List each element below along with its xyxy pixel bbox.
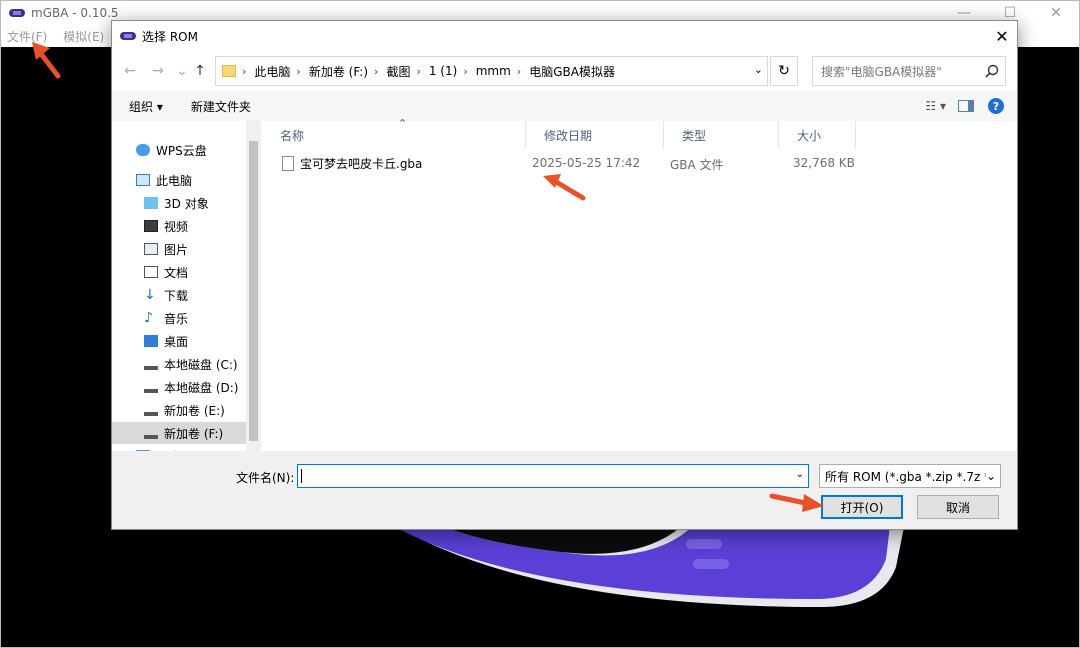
cancel-button[interactable]: 取消 [917, 495, 999, 519]
breadcrumb-1-1[interactable]: 1 (1) [429, 64, 457, 78]
chevron-right-icon: › [374, 64, 379, 78]
file-modified: 2025-05-25 17:42 [532, 156, 641, 170]
text-caret [301, 469, 302, 483]
breadcrumb-mmm[interactable]: mmm [476, 64, 511, 78]
picture-icon [144, 243, 158, 255]
breadcrumb-this-pc[interactable]: 此电脑 [254, 63, 290, 80]
video-icon [144, 220, 158, 232]
address-bar[interactable]: › 此电脑 › 新加卷 (F:) › 截图 › 1 (1) › mmm › 电脑… [215, 56, 768, 86]
dialog-titlebar: 选择 ROM ✕ [112, 21, 1017, 51]
drive-icon [144, 427, 158, 439]
file-list: ⌃ 名称 修改日期 类型 大小 宝可梦去吧皮卡丘.gba 2025-05-25 … [262, 117, 1017, 451]
chevron-right-icon: › [242, 64, 247, 78]
nav-item-desktop[interactable]: 桌面 [144, 330, 262, 352]
drive-icon [144, 358, 158, 370]
app-title: mGBA - 0.10.5 [31, 6, 119, 20]
mgba-logo-icon [120, 32, 136, 40]
file-name: 宝可梦去吧皮卡丘.gba [300, 156, 423, 171]
computer-icon [136, 174, 150, 186]
cloud-icon [136, 144, 150, 156]
breadcrumb-drive-f[interactable]: 新加卷 (F:) [309, 63, 368, 80]
organize-button[interactable]: 组织 ▾ [129, 98, 163, 115]
document-icon [144, 266, 158, 278]
download-icon: ↓ [144, 287, 156, 303]
chevron-right-icon: › [516, 64, 522, 78]
annotation-arrow [769, 493, 824, 512]
command-bar: 组织 ▾ 新建文件夹 ☷ ▾ ? [112, 91, 1017, 121]
music-icon: ♪ [144, 310, 153, 326]
mgba-logo-icon [9, 9, 25, 17]
chevron-right-icon: › [416, 64, 421, 78]
nav-item-documents[interactable]: 文档 [144, 261, 262, 283]
cube-icon [144, 197, 158, 209]
drive-icon [144, 404, 158, 416]
filename-input[interactable]: ⌄ [297, 464, 809, 488]
column-header-size[interactable]: 大小 [779, 121, 856, 149]
scrollbar-thumb[interactable] [249, 141, 258, 441]
refresh-button[interactable]: ↻ [770, 56, 798, 86]
nav-item-drive-c[interactable]: 本地磁盘 (C:) [144, 353, 262, 375]
dialog-title: 选择 ROM [142, 29, 198, 44]
chevron-right-icon: › [296, 64, 301, 78]
file-type-filter[interactable]: 所有 ROM (*.gba *.zip *.7z *. ⌄ [819, 464, 1001, 488]
recent-locations-button[interactable]: ⌄ [172, 61, 192, 81]
navigation-pane: WPS云盘 此电脑 3D 对象 视频 图片 文档 ↓ 下载 ♪ 音乐 桌面 本地磁盘… [112, 121, 262, 451]
column-header-modified[interactable]: 修改日期 [526, 121, 664, 149]
nav-item-downloads[interactable]: ↓ 下载 [144, 284, 262, 306]
up-button[interactable]: ↑ [190, 61, 210, 81]
nav-item-this-pc[interactable]: 此电脑 [136, 169, 262, 191]
nav-item-wps-cloud[interactable]: WPS云盘 [136, 139, 262, 161]
file-row[interactable]: 宝可梦去吧皮卡丘.gba 2025-05-25 17:42 GBA 文件 32,… [262, 151, 1017, 175]
nav-item-drive-d[interactable]: 本地磁盘 (D:) [144, 376, 262, 398]
dialog-footer: 文件名(N): ⌄ 所有 ROM (*.gba *.zip *.7z *. ⌄ … [112, 451, 1017, 529]
breadcrumb-current-folder[interactable]: 电脑GBA模拟器 [529, 63, 615, 80]
nav-item-music[interactable]: ♪ 音乐 [144, 307, 262, 329]
chevron-right-icon: › [463, 64, 468, 78]
search-placeholder: 搜索"电脑GBA模拟器" [821, 64, 942, 79]
annotation-arrow [543, 174, 586, 201]
search-input[interactable]: 搜索"电脑GBA模拟器" [812, 56, 1006, 86]
file-size: 32,768 KB [793, 156, 855, 170]
breadcrumb-screenshots[interactable]: 截图 [386, 63, 410, 80]
preview-pane-icon[interactable] [958, 100, 974, 112]
search-icon [985, 64, 999, 78]
drive-icon [144, 381, 158, 393]
dialog-close-button[interactable]: ✕ [987, 21, 1017, 51]
chevron-down-icon[interactable]: ⌄ [754, 63, 763, 76]
filter-value: 所有 ROM (*.gba *.zip *.7z *. [825, 469, 994, 484]
file-icon [282, 155, 294, 171]
new-folder-button[interactable]: 新建文件夹 [191, 98, 251, 115]
nav-item-videos[interactable]: 视频 [144, 215, 262, 237]
back-button[interactable]: ← [120, 61, 140, 81]
chevron-down-icon[interactable]: ⌄ [985, 469, 996, 483]
menu-emulation[interactable]: 模拟(E) [63, 28, 104, 45]
open-rom-dialog: 选择 ROM ✕ ← → ⌄ ↑ › 此电脑 › 新加卷 (F:) › 截图 ›… [111, 20, 1018, 530]
annotation-arrow [32, 42, 61, 79]
help-icon[interactable]: ? [988, 98, 1004, 114]
nav-item-drive-e[interactable]: 新加卷 (E:) [144, 399, 262, 421]
close-button[interactable]: ✕ [1033, 1, 1079, 25]
address-row: ← → ⌄ ↑ › 此电脑 › 新加卷 (F:) › 截图 › 1 (1) › … [112, 55, 1017, 87]
column-header-type[interactable]: 类型 [664, 121, 779, 149]
view-options-icon[interactable]: ☷ ▾ [925, 99, 946, 113]
nav-scrollbar[interactable] [246, 121, 261, 451]
folder-icon [222, 65, 236, 77]
nav-item-drive-f[interactable]: 新加卷 (F:) [112, 422, 246, 444]
chevron-down-icon[interactable]: ⌄ [796, 469, 804, 480]
nav-item-pictures[interactable]: 图片 [144, 238, 262, 260]
file-type: GBA 文件 [670, 158, 724, 172]
forward-button[interactable]: → [148, 61, 168, 81]
nav-item-3d-objects[interactable]: 3D 对象 [144, 192, 262, 214]
column-header-name[interactable]: 名称 [262, 121, 526, 149]
desktop-icon [144, 335, 158, 347]
open-button[interactable]: 打开(O) [821, 495, 903, 519]
filename-label: 文件名(N): [236, 471, 295, 485]
